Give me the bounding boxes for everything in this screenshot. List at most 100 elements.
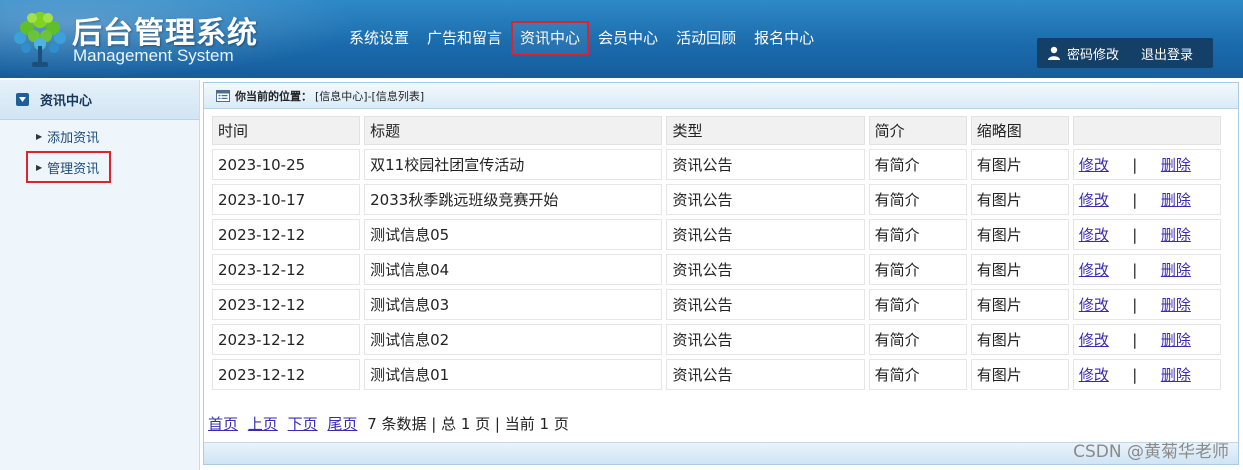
cell-intro: 有简介 [867, 358, 968, 391]
breadcrumb: 你当前的位置： [信息中心]-[信息列表] [204, 83, 1238, 109]
cell-title: 测试信息04 [363, 253, 664, 286]
nav-item-news-center[interactable]: 资讯中心 [511, 21, 590, 55]
action-separator: | [1132, 226, 1138, 244]
edit-link[interactable]: 修改 [1079, 331, 1109, 349]
cell-actions: 修改 | 删除 [1071, 148, 1222, 181]
cell-actions: 修改 | 删除 [1071, 183, 1222, 216]
triangle-right-icon: ▶ [36, 162, 43, 172]
next-page-link[interactable]: 下页 [288, 415, 318, 433]
cell-type: 资讯公告 [665, 288, 866, 321]
action-separator: | [1132, 191, 1138, 209]
pagination: 首页 上页 下页 尾页 7 条数据 | 总 1 页 | 当前 1 页 [208, 413, 569, 434]
cell-type: 资讯公告 [665, 358, 866, 391]
action-separator: | [1132, 261, 1138, 279]
cell-actions: 修改 | 删除 [1071, 358, 1222, 391]
edit-link[interactable]: 修改 [1079, 296, 1109, 314]
system-subtitle: Management System [73, 46, 234, 65]
main-panel: 你当前的位置： [信息中心]-[信息列表] 时间 标题 类型 简介 缩略图 20… [203, 82, 1239, 465]
edit-link[interactable]: 修改 [1079, 366, 1109, 384]
watermark: CSDN @黄菊华老师 [1073, 442, 1229, 462]
action-separator: | [1132, 366, 1138, 384]
column-header-type: 类型 [665, 115, 866, 146]
cell-title: 双11校园社团宣传活动 [363, 148, 664, 181]
logout-link[interactable]: 退出登录 [1141, 44, 1193, 63]
cell-time: 2023-12-12 [211, 358, 362, 391]
table-row: 2023-10-25 双11校园社团宣传活动 资讯公告 有简介 有图片 修改 | 删除 [211, 148, 1222, 181]
cell-time: 2023-12-12 [211, 288, 362, 321]
table-row: 2023-12-12 测试信息02 资讯公告 有简介 有图片 修改 | 删除 [211, 323, 1222, 356]
breadcrumb-label: 你当前的位置： [235, 89, 312, 103]
nav-item-member-center[interactable]: 会员中心 [589, 21, 667, 55]
delete-link[interactable]: 删除 [1161, 191, 1191, 209]
tree-logo-icon [14, 12, 66, 67]
user-icon [1048, 46, 1060, 60]
triangle-right-icon: ▶ [36, 131, 43, 141]
edit-link[interactable]: 修改 [1079, 261, 1109, 279]
top-nav: 系统设置 广告和留言 资讯中心 会员中心 活动回顾 报名中心 [340, 21, 823, 55]
cell-title: 测试信息03 [363, 288, 664, 321]
cell-type: 资讯公告 [665, 323, 866, 356]
news-table: 时间 标题 类型 简介 缩略图 2023-10-25 双11校园社团宣传活动 资讯公… [209, 113, 1224, 393]
delete-link[interactable]: 删除 [1161, 226, 1191, 244]
cell-intro: 有简介 [867, 218, 968, 251]
cell-type: 资讯公告 [665, 148, 866, 181]
pagination-summary: 7 条数据 | 总 1 页 | 当前 1 页 [367, 415, 569, 433]
delete-link[interactable]: 删除 [1161, 296, 1191, 314]
cell-thumbnail: 有图片 [969, 253, 1070, 286]
table-header-row: 时间 标题 类型 简介 缩略图 [211, 115, 1222, 146]
cell-time: 2023-12-12 [211, 218, 362, 251]
cell-intro: 有简介 [867, 183, 968, 216]
edit-link[interactable]: 修改 [1079, 226, 1109, 244]
delete-link[interactable]: 删除 [1161, 261, 1191, 279]
nav-item-ads-messages[interactable]: 广告和留言 [418, 21, 511, 55]
top-header: 后台管理系统 Management System 系统设置 广告和留言 资讯中心… [0, 0, 1243, 78]
cell-title: 测试信息01 [363, 358, 664, 391]
sidebar-item-label: 管理资讯 [47, 161, 100, 177]
table-row: 2023-12-12 测试信息03 资讯公告 有简介 有图片 修改 | 删除 [211, 288, 1222, 321]
cell-thumbnail: 有图片 [969, 148, 1070, 181]
cell-type: 资讯公告 [665, 218, 866, 251]
sidebar-header[interactable]: 资讯中心 [0, 80, 199, 120]
cell-intro: 有简介 [867, 288, 968, 321]
action-separator: | [1132, 331, 1138, 349]
collapse-icon[interactable] [16, 93, 29, 106]
sidebar-item-label: 添加资讯 [47, 130, 100, 146]
delete-link[interactable]: 删除 [1161, 366, 1191, 384]
first-page-link[interactable]: 首页 [208, 415, 238, 433]
cell-time: 2023-10-17 [211, 183, 362, 216]
table-row: 2023-12-12 测试信息05 资讯公告 有简介 有图片 修改 | 删除 [211, 218, 1222, 251]
edit-link[interactable]: 修改 [1079, 156, 1109, 174]
cell-actions: 修改 | 删除 [1071, 218, 1222, 251]
cell-title: 测试信息02 [363, 323, 664, 356]
cell-actions: 修改 | 删除 [1071, 288, 1222, 321]
cell-title: 测试信息05 [363, 218, 664, 251]
breadcrumb-path: [信息中心]-[信息列表] [315, 89, 425, 103]
cell-thumbnail: 有图片 [969, 183, 1070, 216]
table-body: 2023-10-25 双11校园社团宣传活动 资讯公告 有简介 有图片 修改 | 删除 2023… [211, 148, 1222, 391]
sidebar-title: 资讯中心 [40, 94, 93, 109]
cell-thumbnail: 有图片 [969, 288, 1070, 321]
cell-actions: 修改 | 删除 [1071, 323, 1222, 356]
cell-intro: 有简介 [867, 253, 968, 286]
cell-intro: 有简介 [867, 323, 968, 356]
delete-link[interactable]: 删除 [1161, 331, 1191, 349]
sidebar-item-manage-news[interactable]: ▶ 管理资讯 [26, 151, 111, 183]
prev-page-link[interactable]: 上页 [248, 415, 278, 433]
list-icon [216, 89, 230, 102]
column-header-time: 时间 [211, 115, 362, 146]
action-separator: | [1132, 156, 1138, 174]
cell-type: 资讯公告 [665, 253, 866, 286]
cell-time: 2023-10-25 [211, 148, 362, 181]
delete-link[interactable]: 删除 [1161, 156, 1191, 174]
sidebar-item-add-news[interactable]: ▶ 添加资讯 [26, 121, 109, 151]
table-row: 2023-12-12 测试信息01 资讯公告 有简介 有图片 修改 | 删除 [211, 358, 1222, 391]
last-page-link[interactable]: 尾页 [327, 415, 357, 433]
nav-item-signup-center[interactable]: 报名中心 [745, 21, 823, 55]
nav-item-activity-review[interactable]: 活动回顾 [667, 21, 745, 55]
nav-item-system-settings[interactable]: 系统设置 [340, 21, 418, 55]
table-row: 2023-12-12 测试信息04 资讯公告 有简介 有图片 修改 | 删除 [211, 253, 1222, 286]
change-password-link[interactable]: 密码修改 [1067, 44, 1119, 63]
cell-thumbnail: 有图片 [969, 358, 1070, 391]
cell-intro: 有简介 [867, 148, 968, 181]
edit-link[interactable]: 修改 [1079, 191, 1109, 209]
